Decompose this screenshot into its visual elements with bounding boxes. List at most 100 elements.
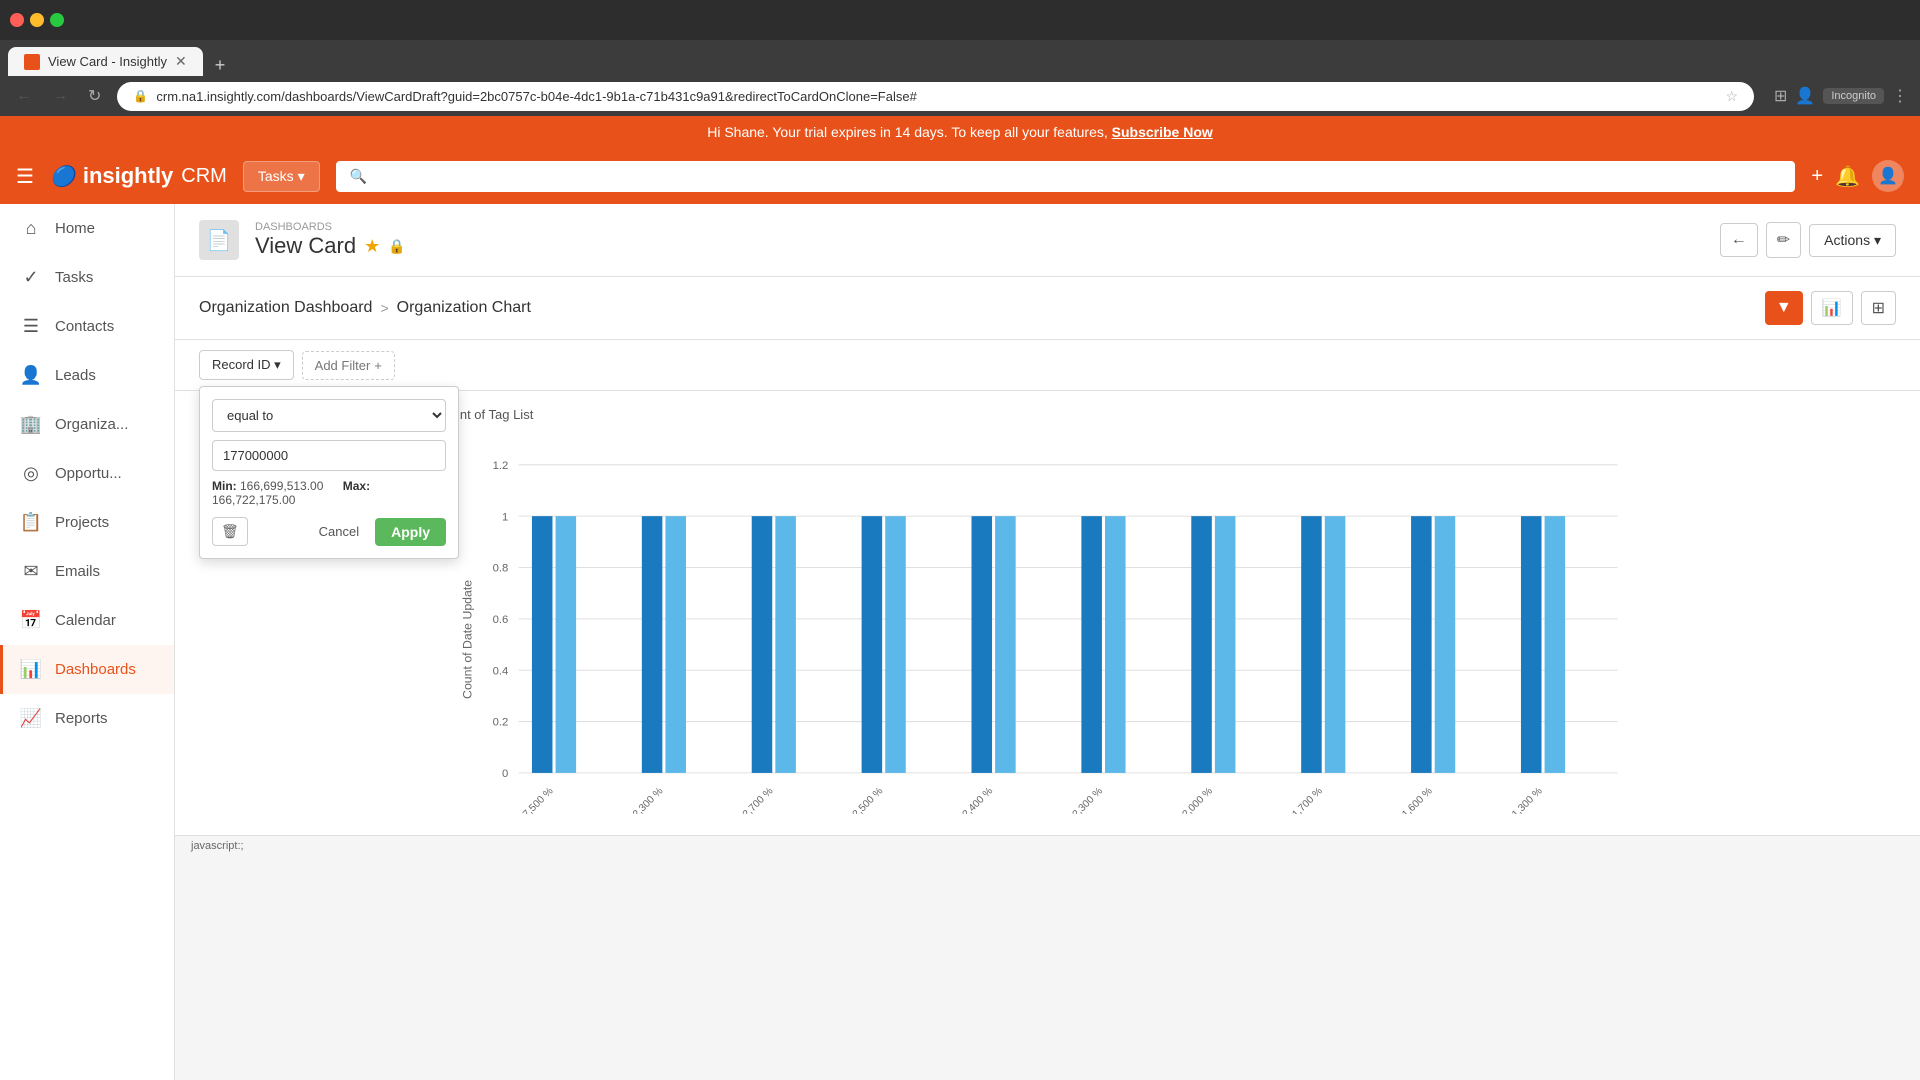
breadcrumb-dashboard[interactable]: Organization Dashboard xyxy=(199,299,372,317)
crm-label: CRM xyxy=(181,165,227,188)
sub-header: Organization Dashboard > Organization Ch… xyxy=(175,277,1920,340)
favorite-star[interactable]: ★ xyxy=(364,236,380,257)
close-button[interactable] xyxy=(10,13,24,27)
sidebar-item-opportunities[interactable]: ◎ Opportu... xyxy=(0,449,174,498)
bar-3-2 xyxy=(775,516,796,773)
bar-4-2 xyxy=(885,516,906,773)
bar-2-2 xyxy=(665,516,686,773)
filter-condition-select[interactable]: equal to not equal to greater than less … xyxy=(212,399,446,432)
record-id-filter[interactable]: Record ID ▾ xyxy=(199,350,294,380)
sidebar-item-calendar[interactable]: 📅 Calendar xyxy=(0,596,174,645)
sidebar-label-opportunities: Opportu... xyxy=(55,465,122,482)
svg-text:Count of Date Update: Count of Date Update xyxy=(460,580,474,699)
filter-dropdown: equal to not equal to greater than less … xyxy=(199,386,459,559)
svg-text:1: 1 xyxy=(502,511,508,523)
sidebar-item-emails[interactable]: ✉ Emails xyxy=(0,547,174,596)
page-actions: ← ✏ Actions ▾ xyxy=(1720,222,1896,258)
tasks-label: Tasks xyxy=(258,168,294,184)
organizations-icon: 🏢 xyxy=(19,414,43,435)
cancel-filter-button[interactable]: Cancel xyxy=(311,519,367,544)
subscribe-link[interactable]: Subscribe Now xyxy=(1112,124,1213,140)
actions-button[interactable]: Actions ▾ xyxy=(1809,224,1896,257)
incognito-badge: Incognito xyxy=(1823,88,1884,104)
svg-text:0.4: 0.4 xyxy=(493,665,509,677)
url-bar[interactable]: 🔒 crm.na1.insightly.com/dashboards/ViewC… xyxy=(117,82,1754,111)
back-action-button[interactable]: ← xyxy=(1720,223,1758,257)
svg-text:0.8: 0.8 xyxy=(493,563,509,575)
min-label: Min: 166,699,513.00 xyxy=(212,479,323,493)
page-title: View Card ★ 🔒 xyxy=(255,233,1704,259)
svg-text:0.6: 0.6 xyxy=(493,614,509,626)
emails-icon: ✉ xyxy=(19,561,43,582)
sidebar-label-home: Home xyxy=(55,220,95,237)
maximize-button[interactable] xyxy=(50,13,64,27)
sidebar-item-contacts[interactable]: ☰ Contacts xyxy=(0,302,174,351)
logo: 🔵 insightly CRM xyxy=(50,163,227,189)
tasks-icon: ✓ xyxy=(19,267,43,288)
delete-filter-button[interactable]: 🗑 xyxy=(212,517,248,546)
sidebar-label-organizations: Organiza... xyxy=(55,416,128,433)
sidebar-item-organizations[interactable]: 🏢 Organiza... xyxy=(0,400,174,449)
minimize-button[interactable] xyxy=(30,13,44,27)
sidebar-item-tasks[interactable]: ✓ Tasks xyxy=(0,253,174,302)
sidebar-item-projects[interactable]: 📋 Projects xyxy=(0,498,174,547)
page-title-area: DASHBOARDS View Card ★ 🔒 xyxy=(255,221,1704,259)
edit-button[interactable]: ✏ xyxy=(1766,222,1801,258)
page-title-text: View Card xyxy=(255,233,356,259)
notifications-button[interactable]: 🔔 xyxy=(1835,164,1860,189)
reports-icon: 📈 xyxy=(19,708,43,729)
sidebar-item-dashboards[interactable]: 📊 Dashboards xyxy=(0,645,174,694)
chart-view-button[interactable]: 📊 xyxy=(1811,291,1853,325)
sidebar: ⌂ Home ✓ Tasks ☰ Contacts 👤 Leads 🏢 Orga… xyxy=(0,204,175,1080)
hamburger-menu[interactable]: ☰ xyxy=(16,164,34,189)
svg-text:161,600 %: 161,600 % xyxy=(1392,786,1434,814)
svg-text:162,500 %: 162,500 % xyxy=(843,786,885,814)
sidebar-label-contacts: Contacts xyxy=(55,318,114,335)
logo-text: insightly xyxy=(83,163,173,189)
search-bar[interactable]: 🔍 xyxy=(336,161,1796,192)
browser-window-controls xyxy=(0,0,1920,40)
svg-text:0: 0 xyxy=(502,768,508,780)
sidebar-item-leads[interactable]: 👤 Leads xyxy=(0,351,174,400)
table-view-button[interactable]: ⊞ xyxy=(1861,291,1896,325)
sidebar-label-dashboards: Dashboards xyxy=(55,661,136,678)
tasks-button[interactable]: Tasks ▾ xyxy=(243,161,320,192)
leads-icon: 👤 xyxy=(19,365,43,386)
tab-close-button[interactable]: ✕ xyxy=(175,53,187,70)
sidebar-label-reports: Reports xyxy=(55,710,108,727)
cancel-label: Cancel xyxy=(319,524,359,539)
avatar[interactable]: 👤 xyxy=(1872,160,1904,192)
apply-filter-button[interactable]: Apply xyxy=(375,518,446,546)
add-button[interactable]: + xyxy=(1811,165,1823,188)
refresh-button[interactable]: ↻ xyxy=(84,82,105,110)
tab-favicon xyxy=(24,54,40,70)
sidebar-item-home[interactable]: ⌂ Home xyxy=(0,204,174,253)
trial-text: Hi Shane. Your trial expires in 14 days.… xyxy=(707,124,1108,140)
bookmark-icon[interactable]: ☆ xyxy=(1725,88,1738,105)
add-filter-plus: + xyxy=(374,358,382,373)
sidebar-item-reports[interactable]: 📈 Reports xyxy=(0,694,174,743)
svg-text:0.2: 0.2 xyxy=(493,717,509,729)
bar-5-1 xyxy=(972,516,993,773)
logo-icon: 🔵 xyxy=(50,164,75,189)
bar-5-2 xyxy=(995,516,1016,773)
add-filter-button[interactable]: Add Filter + xyxy=(302,351,395,380)
extensions-button[interactable]: ⊞ xyxy=(1774,86,1787,106)
menu-button[interactable]: ⋮ xyxy=(1892,86,1908,106)
breadcrumb-chart: Organization Chart xyxy=(397,299,531,317)
browser-extras: ⊞ 👤 Incognito ⋮ xyxy=(1774,86,1908,106)
back-button[interactable]: ← xyxy=(12,83,36,109)
bar-1-2 xyxy=(556,516,577,773)
active-tab[interactable]: View Card - Insightly ✕ xyxy=(8,47,203,76)
filter-view-button[interactable]: ▼ xyxy=(1765,291,1803,325)
filter-value-input[interactable] xyxy=(212,440,446,471)
new-tab-button[interactable]: + xyxy=(207,55,234,76)
lock-icon: 🔒 xyxy=(133,89,148,103)
window-buttons[interactable] xyxy=(10,13,64,27)
search-icon: 🔍 xyxy=(350,168,367,185)
calendar-icon: 📅 xyxy=(19,610,43,631)
forward-button[interactable]: → xyxy=(48,83,72,109)
contacts-icon: ☰ xyxy=(19,316,43,337)
user-profile-button[interactable]: 👤 xyxy=(1795,86,1815,106)
app-header: ☰ 🔵 insightly CRM Tasks ▾ 🔍 + 🔔 👤 xyxy=(0,148,1920,204)
